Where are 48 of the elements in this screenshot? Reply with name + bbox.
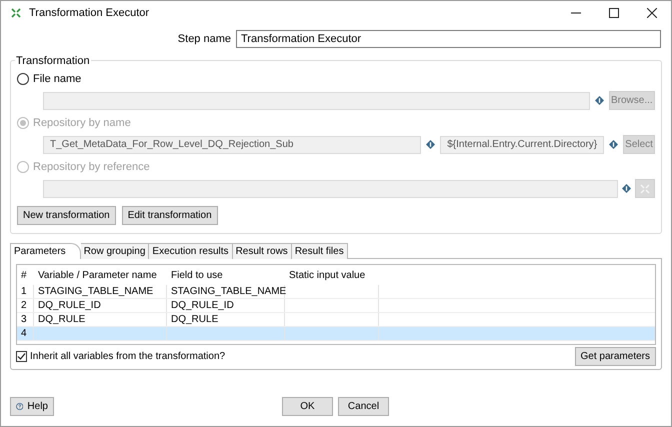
table-cell-text: 4 bbox=[21, 327, 27, 341]
help-icon bbox=[16, 401, 24, 412]
window-title: Transformation Executor bbox=[29, 6, 150, 21]
get-parameters-button[interactable]: Get parameters bbox=[574, 347, 656, 366]
table-cell-text: DQ_RULE_ID bbox=[38, 299, 101, 313]
app-icon bbox=[11, 8, 21, 18]
table-row[interactable]: 2 DQ_RULE_ID DQ_RULE_ID bbox=[17, 299, 655, 313]
variable-icon bbox=[594, 96, 604, 105]
table-cell-text: DQ_RULE bbox=[171, 313, 218, 327]
checkbox-label: Inherit all variables from the transformation? bbox=[30, 350, 226, 364]
radio-label: Repository by reference bbox=[33, 160, 150, 175]
variable-icon bbox=[609, 140, 618, 149]
variable-icon bbox=[426, 140, 436, 149]
table-cell-text: DQ_RULE_ID bbox=[171, 299, 234, 313]
transformation-button[interactable]: Edit transformation bbox=[122, 206, 218, 225]
help-button[interactable]: Help bbox=[10, 397, 54, 416]
text-field[interactable] bbox=[43, 180, 618, 198]
column-header[interactable]: Variable / Parameter name bbox=[34, 268, 167, 283]
tab[interactable]: Parameters bbox=[10, 243, 81, 259]
table-cell-text: STAGING_TABLE_NAME bbox=[171, 285, 286, 299]
transformation-icon bbox=[640, 184, 650, 194]
transformation-button[interactable]: New transformation bbox=[17, 206, 116, 225]
radio-label: Repository by name bbox=[33, 116, 131, 131]
cancel-button[interactable]: Cancel bbox=[338, 397, 389, 416]
column-header[interactable]: # bbox=[17, 268, 34, 283]
table-cell-text: 3 bbox=[21, 313, 27, 327]
step-name-label: Step name bbox=[178, 32, 231, 47]
tab[interactable]: Result rows bbox=[232, 243, 292, 259]
tab[interactable]: Row grouping bbox=[80, 243, 150, 259]
close-icon[interactable] bbox=[647, 8, 657, 18]
tab[interactable]: Result files bbox=[292, 243, 348, 259]
table-cell-text: 1 bbox=[21, 285, 27, 299]
column-header[interactable]: Field to use bbox=[167, 268, 285, 283]
table-row[interactable]: 4 bbox=[17, 327, 655, 341]
maximize-icon[interactable] bbox=[609, 8, 619, 18]
variable-icon bbox=[622, 184, 632, 193]
table-cell-text: 2 bbox=[21, 299, 27, 313]
checkbox[interactable] bbox=[16, 351, 27, 362]
radio-button[interactable] bbox=[17, 73, 29, 85]
tab[interactable]: Execution results bbox=[149, 243, 233, 259]
table-cell-text: STAGING_TABLE_NAME bbox=[38, 285, 154, 299]
step-name-field[interactable]: Transformation Executor bbox=[236, 30, 661, 48]
ok-button[interactable]: OK bbox=[282, 397, 333, 416]
table-cell-text: DQ_RULE bbox=[38, 313, 86, 327]
table-row[interactable]: 1 STAGING_TABLE_NAME STAGING_TABLE_NAME bbox=[17, 285, 655, 299]
radio-label: File name bbox=[33, 72, 82, 87]
column-header[interactable]: Static input value bbox=[285, 268, 379, 283]
text-field[interactable] bbox=[43, 92, 590, 110]
